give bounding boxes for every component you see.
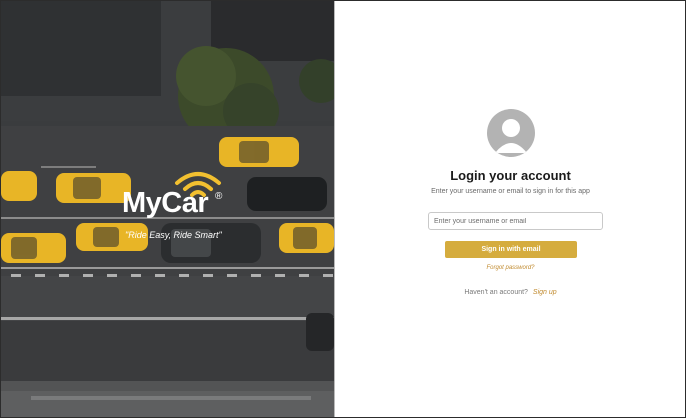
page-subtitle: Enter your username or email to sign in … (431, 188, 590, 195)
login-panel: Login your account Enter your username o… (334, 1, 685, 417)
app-window: MyCar ® "Ride Easy, Ride Smart" Login yo… (0, 0, 686, 418)
forgot-password-link[interactable]: Forgot password? (335, 265, 685, 271)
user-avatar-icon (487, 109, 535, 157)
sign-in-with-email-button[interactable]: Sign in with email (445, 241, 577, 258)
registered-mark: ® (215, 191, 223, 202)
hero-panel: MyCar ® "Ride Easy, Ride Smart" (1, 1, 334, 417)
sign-up-link[interactable]: Sign up (533, 289, 557, 296)
signup-row: Haven't an account? Sign up (335, 289, 685, 296)
brand-overlay: MyCar ® "Ride Easy, Ride Smart" (1, 1, 334, 417)
brand-logo-text: MyCar (122, 187, 209, 219)
no-account-text: Haven't an account? (464, 289, 528, 296)
brand-tagline: "Ride Easy, Ride Smart" (125, 230, 222, 240)
page-title: Login your account (450, 168, 571, 183)
username-input[interactable] (428, 212, 603, 230)
